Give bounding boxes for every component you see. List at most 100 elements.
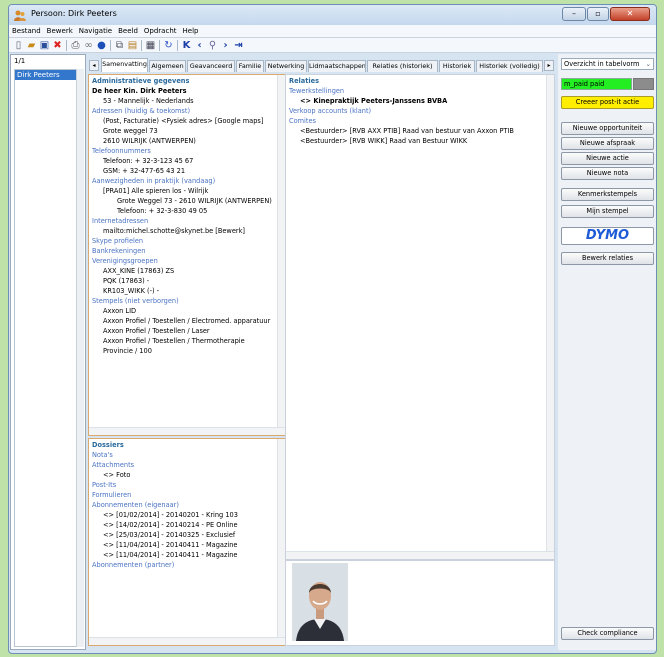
section-heading[interactable]: Comites (289, 117, 316, 125)
info-line: KR103_WIKK (-) - (103, 287, 159, 295)
relations-panel-title: Relaties (289, 77, 320, 85)
info-line: <> [11/04/2014] - 20140411 - Magazine (103, 541, 238, 549)
toolbar-separator (66, 40, 67, 51)
tab-bar: ◂ Samenvatting Algemeen Geavanceerd Fami… (89, 58, 554, 72)
section-heading[interactable]: Telefoonnummers (92, 147, 151, 155)
calendar-icon[interactable]: ▦ (145, 40, 156, 51)
toolbar-separator (177, 40, 178, 51)
info-line: <> [01/02/2014] - 20140201 - Kring 103 (103, 511, 238, 519)
search-icon[interactable]: ⚲ (207, 40, 218, 51)
feature-stamps-button[interactable]: Kenmerkstempels (561, 188, 654, 201)
section-heading[interactable]: Stempels (niet verborgen) (92, 297, 179, 305)
info-line: (Post, Facturatie) <Fysiek adres> [Googl… (103, 117, 264, 125)
info-line: <> [14/02/2014] - 20140214 - PE Online (103, 521, 238, 529)
print-icon[interactable]: ⎙ (70, 40, 81, 51)
tab-familie[interactable]: Familie (236, 60, 264, 72)
new-appointment-button[interactable]: Nieuwe afspraak (561, 137, 654, 150)
link-icon[interactable]: ∞ (83, 40, 94, 51)
tab-scroll-right[interactable]: ▸ (544, 60, 554, 71)
last-icon[interactable]: ⇥ (233, 40, 244, 51)
save-icon[interactable]: ▣ (39, 40, 50, 51)
info-line: Axxon LID (103, 307, 137, 315)
minimize-button[interactable]: – (562, 7, 586, 21)
view-select[interactable]: Overzicht in tabelvorm ⌄ (561, 58, 654, 70)
section-heading[interactable]: Internetadressen (92, 217, 148, 225)
tab-historiek-volledig[interactable]: Historiek (volledig) (476, 60, 543, 72)
info-line: Telefoon: + 32-3-830 49 05 (117, 207, 208, 215)
list-scrollbar[interactable] (76, 69, 84, 647)
section-heading[interactable]: Verkoop accounts (klant) (289, 107, 371, 115)
paste-icon[interactable]: ▤ (127, 40, 138, 51)
record-list[interactable]: Dirk Peeters (14, 69, 78, 647)
tab-historiek[interactable]: Historiek (439, 60, 475, 72)
application-window: Persoon: Dirk Peeters – ▫ ✕ Bestand Bewer… (8, 4, 657, 654)
tab-samenvatting[interactable]: Samenvatting (101, 58, 148, 72)
section-heading[interactable]: Nota's (92, 451, 113, 459)
edit-relations-button[interactable]: Bewerk relaties (561, 252, 654, 265)
first-icon[interactable]: K (181, 40, 192, 51)
info-line: 53 - Mannelijk - Nederlands (103, 97, 194, 105)
section-heading[interactable]: Tewerkstellingen (289, 87, 344, 95)
close-button[interactable]: ✕ (610, 7, 650, 21)
menu-opdracht[interactable]: Opdracht (141, 25, 180, 38)
info-line: <Bestuurder> [RVB AXX PTIB] Raad van bes… (300, 127, 514, 135)
next-icon[interactable]: › (220, 40, 231, 51)
tab-netwerking[interactable]: Netwerking (265, 60, 307, 72)
tab-relaties-historiek[interactable]: Relaties (historiek) (367, 60, 438, 72)
dymo-print-button[interactable]: DYMO (561, 227, 654, 245)
admin-panel-title: Administratieve gegevens (92, 77, 190, 85)
toolbar-separator (159, 40, 160, 51)
menu-beeld[interactable]: Beeld (115, 25, 141, 38)
section-heading[interactable]: Attachments (92, 461, 134, 469)
open-icon[interactable]: ▰ (26, 40, 37, 51)
new-icon[interactable]: ▯ (13, 40, 24, 51)
tab-scroll-left[interactable]: ◂ (89, 60, 99, 71)
previous-icon[interactable]: ‹ (194, 40, 205, 51)
tab-geavanceerd[interactable]: Geavanceerd (187, 60, 235, 72)
section-heading[interactable]: Skype profielen (92, 237, 143, 245)
dossiers-hscrollbar[interactable] (89, 637, 285, 645)
check-compliance-button[interactable]: Check compliance (561, 627, 654, 640)
section-heading[interactable]: Formulieren (92, 491, 131, 499)
info-line: PQK (17863) - (103, 277, 150, 285)
tab-lidmaatschappen[interactable]: Lidmaatschappen (308, 60, 366, 72)
view-select-value: Overzicht in tabelvorm (564, 60, 640, 68)
new-opportunity-button[interactable]: Nieuwe opportuniteit (561, 122, 654, 135)
admin-scrollbar[interactable] (277, 75, 285, 435)
info-line: AXX_KINE (17863) ZS (103, 267, 175, 275)
section-heading[interactable]: Bankrekeningen (92, 247, 145, 255)
refresh-icon[interactable]: ↻ (163, 40, 174, 51)
section-heading[interactable]: Adressen (huidig & toekomst) (92, 107, 190, 115)
relations-hscrollbar[interactable] (286, 551, 554, 559)
section-heading[interactable]: Aanwezigheden in praktijk (vandaag) (92, 177, 215, 185)
menu-help[interactable]: Help (180, 25, 202, 38)
section-heading[interactable]: Verenigingsgroepen (92, 257, 158, 265)
record-counter: 1/1 (14, 57, 26, 65)
section-heading[interactable]: Post-Its (92, 481, 116, 489)
menu-navigatie[interactable]: Navigatie (76, 25, 115, 38)
list-item-selected[interactable]: Dirk Peeters (15, 70, 77, 80)
maximize-icon: ▫ (595, 9, 601, 18)
chevron-down-icon: ⌄ (645, 60, 651, 68)
new-note-button[interactable]: Nieuwe nota (561, 167, 654, 180)
new-action-button[interactable]: Nieuwe actie (561, 152, 654, 165)
relations-panel: Relaties Tewerkstellingen <> Kinepraktijk… (285, 74, 555, 560)
admin-hscrollbar[interactable] (89, 427, 285, 435)
create-postit-button[interactable]: Creeer post-it actie (561, 96, 654, 109)
info-line: <> [25/03/2014] - 20140325 - Exclusief (103, 531, 236, 539)
info-icon[interactable]: ● (96, 40, 107, 51)
relations-scrollbar[interactable] (546, 75, 554, 559)
section-heading[interactable]: Abonnementen (eigenaar) (92, 501, 179, 509)
maximize-button[interactable]: ▫ (587, 7, 609, 21)
my-stamp-button[interactable]: Mijn stempel (561, 205, 654, 218)
person-photo (292, 563, 348, 641)
section-heading[interactable]: Abonnementen (partner) (92, 561, 174, 569)
menu-bestand[interactable]: Bestand (9, 25, 44, 38)
copy-icon[interactable]: ⧉ (114, 40, 125, 51)
info-line: mailto:michel.schotte@skynet.be [Bewerk] (103, 227, 245, 235)
menu-bewerk[interactable]: Bewerk (44, 25, 76, 38)
tab-algemeen[interactable]: Algemeen (149, 60, 186, 72)
delete-icon[interactable]: ✖ (52, 40, 63, 51)
info-line: <Bestuurder> [RVB WIKK] Raad van Bestuur… (300, 137, 468, 145)
dossiers-scrollbar[interactable] (277, 439, 285, 645)
